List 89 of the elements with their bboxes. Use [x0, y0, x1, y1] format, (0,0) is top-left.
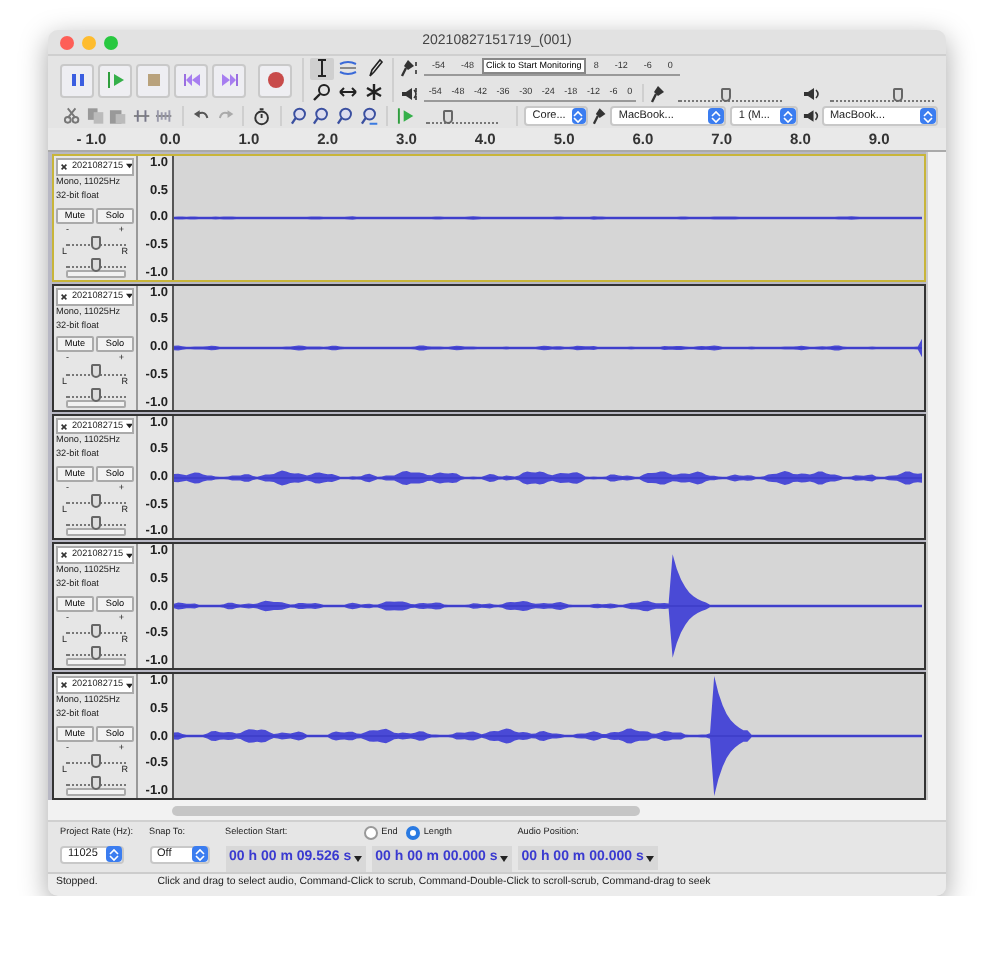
playback-volume-slider[interactable]	[830, 85, 935, 101]
close-icon	[60, 550, 68, 561]
pause-button[interactable]	[60, 63, 94, 97]
stopwatch-icon	[252, 106, 272, 126]
caret-icon	[125, 162, 132, 171]
dropdown-icon	[499, 853, 508, 864]
close-track-button[interactable]	[58, 290, 70, 303]
trim-button[interactable]	[129, 105, 153, 127]
play-icon	[396, 106, 416, 126]
gain-slider[interactable]	[66, 622, 126, 635]
dropdown-icon	[921, 109, 934, 123]
double-arrow-icon	[338, 82, 358, 102]
gain-slider[interactable]	[66, 233, 126, 246]
dropdown-icon	[353, 853, 362, 864]
close-icon	[60, 291, 68, 302]
close-track-button[interactable]	[58, 160, 70, 173]
asterisk-icon	[364, 82, 384, 102]
dropdown-icon	[645, 853, 654, 864]
copy-icon	[85, 106, 105, 126]
playback-meter-icon	[400, 83, 420, 103]
slider-thumb[interactable]	[91, 494, 101, 509]
skip-start-icon	[181, 70, 201, 90]
caret-icon	[125, 422, 132, 431]
close-track-button[interactable]	[58, 549, 70, 562]
dropdown-icon	[572, 109, 585, 123]
envelope-icon	[338, 58, 358, 78]
dropdown-icon	[108, 847, 120, 862]
slider-thumb[interactable]	[91, 235, 101, 250]
zoom-out-button[interactable]	[310, 105, 334, 127]
skip-end-icon	[219, 70, 239, 90]
trim-icon	[131, 106, 151, 126]
vertical-scrollbar[interactable]	[926, 152, 946, 800]
cut-button[interactable]	[60, 105, 84, 127]
gain-slider[interactable]	[66, 751, 126, 764]
record-button[interactable]	[258, 63, 292, 97]
close-icon	[60, 161, 68, 172]
zoom-in-button[interactable]	[287, 105, 311, 127]
slider-thumb[interactable]	[91, 753, 101, 768]
stop-icon	[143, 70, 163, 90]
multi-tool[interactable]	[362, 81, 386, 103]
i-beam-icon	[312, 58, 332, 78]
silence-button[interactable]	[152, 105, 177, 127]
caret-icon	[125, 681, 132, 690]
play-icon	[105, 70, 125, 90]
recording-volume-slider[interactable]	[678, 85, 783, 101]
zoom-tool[interactable]	[310, 81, 334, 103]
record-icon	[265, 70, 285, 90]
slider-thumb[interactable]	[91, 624, 101, 639]
gain-slider[interactable]	[66, 492, 126, 505]
playback-speed-slider[interactable]	[425, 108, 499, 124]
play-button[interactable]	[98, 63, 132, 97]
collapse-button[interactable]	[66, 528, 126, 537]
collapse-button[interactable]	[66, 269, 126, 278]
close-button[interactable]	[60, 35, 74, 49]
microphone-icon	[591, 106, 611, 126]
slider-thumb[interactable]	[893, 87, 904, 101]
caret-icon	[125, 551, 132, 560]
record-meter-icon	[400, 57, 420, 77]
horizontal-scrollbar[interactable]	[172, 805, 640, 815]
slider-thumb[interactable]	[720, 87, 731, 101]
pause-icon	[67, 70, 87, 90]
fit-selection-button[interactable]	[334, 105, 358, 127]
speaker-icon	[802, 106, 822, 126]
envelope-tool[interactable]	[336, 57, 360, 79]
magnifier-icon	[312, 82, 332, 102]
fit-project-button[interactable]	[357, 105, 381, 127]
close-track-button[interactable]	[58, 679, 70, 692]
speaker-icon	[802, 83, 823, 103]
slider-thumb[interactable]	[442, 110, 453, 124]
paste-icon	[108, 106, 128, 126]
dropdown-icon	[710, 109, 723, 123]
dropdown-icon	[193, 847, 206, 862]
selection-tool[interactable]	[310, 57, 334, 79]
silence-icon	[154, 106, 175, 126]
collapse-button[interactable]	[66, 658, 126, 667]
gain-slider[interactable]	[66, 362, 126, 376]
skip-to-start-button[interactable]	[174, 63, 208, 97]
close-track-button[interactable]	[58, 420, 70, 433]
slider-thumb[interactable]	[91, 364, 101, 379]
sync-lock-button[interactable]	[250, 105, 274, 127]
dropdown-icon	[782, 109, 795, 123]
caret-icon	[125, 292, 132, 301]
play-at-speed-button[interactable]	[394, 105, 418, 127]
scissors-icon	[62, 106, 82, 126]
close-icon	[60, 680, 68, 691]
close-icon	[60, 421, 68, 432]
pencil-icon	[364, 58, 384, 78]
collapse-button[interactable]	[66, 399, 126, 408]
collapse-button[interactable]	[66, 787, 126, 796]
